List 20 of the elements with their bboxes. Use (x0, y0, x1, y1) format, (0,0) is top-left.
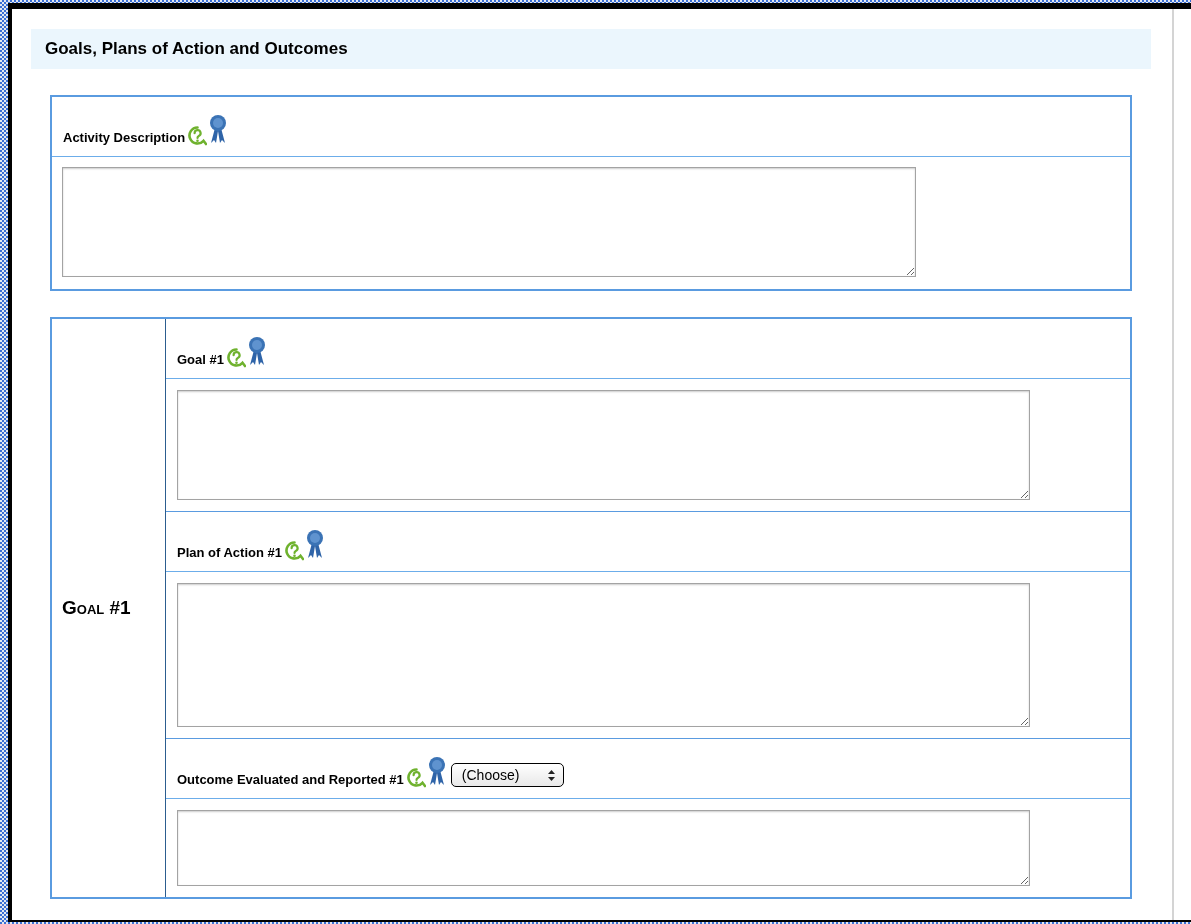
goal-heading: Goal #1 (62, 595, 131, 620)
ribbon-icon (247, 336, 266, 366)
ribbon-icon (209, 114, 228, 144)
field-label: Plan of Action #1 (177, 546, 282, 559)
help-icon[interactable] (285, 541, 304, 561)
ribbon-icon (306, 529, 324, 559)
help-icon[interactable] (226, 348, 246, 368)
updown-icon (547, 769, 555, 781)
field-label: Goal #1 (177, 353, 224, 366)
input-field[interactable] (177, 810, 1030, 886)
ribbon-icon (427, 756, 446, 786)
section-title: Goals, Plans of Action and Outcomes (45, 38, 348, 61)
input-field[interactable] (62, 167, 916, 277)
input-field[interactable] (177, 390, 1030, 500)
field-label: Outcome Evaluated and Reported #1 (177, 773, 404, 786)
choose-dropdown[interactable]: (Choose) (450, 763, 564, 787)
input-field[interactable] (177, 583, 1030, 727)
field-label: Activity Description (63, 131, 186, 144)
help-icon[interactable] (188, 126, 208, 146)
help-icon[interactable] (406, 768, 426, 788)
